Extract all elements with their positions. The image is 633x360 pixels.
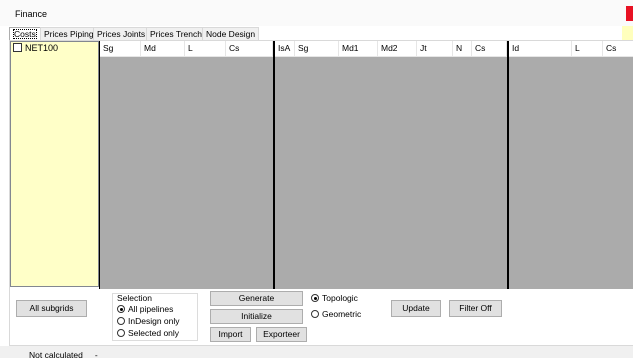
update-button[interactable]: Update <box>391 300 441 317</box>
radio-label: All pipelines <box>128 304 174 314</box>
radio-button-icon[interactable] <box>311 294 319 302</box>
filter-off-button[interactable]: Filter Off <box>449 300 502 317</box>
import-button[interactable]: Import <box>210 327 251 342</box>
column-header-md1[interactable]: Md1 <box>339 41 378 56</box>
column-header-n[interactable]: N <box>453 41 472 56</box>
initialize-button[interactable]: Initialize <box>210 309 303 324</box>
column-header-jt[interactable]: Jt <box>417 41 453 56</box>
radio-selected-only[interactable]: Selected only <box>117 328 179 338</box>
radio-label: Selected only <box>128 328 180 338</box>
tree-item-label: NET100 <box>25 43 59 53</box>
tab-costs[interactable]: Costs <box>9 27 41 40</box>
column-header-sg[interactable]: Sg <box>295 41 339 56</box>
window-title: Finance <box>15 9 48 19</box>
column-header-l[interactable]: L <box>572 41 603 56</box>
column-header-isa[interactable]: IsA <box>275 41 295 56</box>
grid-nodes[interactable]: Id L Cs <box>508 41 633 289</box>
title-bar <box>0 0 633 26</box>
export-button[interactable]: Exporteer <box>256 327 307 342</box>
tab-prices-trench[interactable]: Prices Trench <box>146 27 206 40</box>
column-header-cs[interactable]: Cs <box>226 41 273 56</box>
status-text: Not calculated - <box>29 350 98 360</box>
generate-button[interactable]: Generate <box>210 291 303 306</box>
grid-joints[interactable]: IsA Sg Md1 Md2 Jt N Cs <box>274 41 508 289</box>
grid-header: IsA Sg Md1 Md2 Jt N Cs <box>275 41 507 57</box>
radio-button-icon[interactable] <box>311 310 319 318</box>
radio-label: Geometric <box>322 309 362 319</box>
tree-item-net100[interactable]: NET100 <box>13 43 58 53</box>
tab-node-design[interactable]: Node Design <box>202 27 260 40</box>
all-subgrids-button[interactable]: All subgrids <box>16 300 87 317</box>
tab-prices-joints[interactable]: Prices Joints <box>93 27 150 40</box>
column-header-cs[interactable]: Cs <box>603 41 633 56</box>
radio-label: Topologic <box>322 293 358 303</box>
radio-button-icon[interactable] <box>117 329 125 337</box>
radio-geometric[interactable]: Geometric <box>311 309 361 319</box>
radio-all-pipelines[interactable]: All pipelines <box>117 304 173 314</box>
tree-item-checkbox[interactable] <box>13 43 22 52</box>
column-header-l[interactable]: L <box>185 41 226 56</box>
status-extra: - <box>94 350 98 360</box>
close-icon[interactable] <box>626 6 633 21</box>
column-header-md[interactable]: Md <box>141 41 185 56</box>
grid-subgrids[interactable]: Sg Md L Cs <box>99 41 274 289</box>
radio-label: InDesign only <box>128 316 180 326</box>
selection-legend: Selection <box>117 293 152 303</box>
column-header-cs[interactable]: Cs <box>472 41 507 56</box>
network-tree[interactable] <box>10 41 99 287</box>
grid-header: Sg Md L Cs <box>100 41 273 57</box>
radio-topologic[interactable]: Topologic <box>311 293 358 303</box>
radio-button-icon[interactable] <box>117 305 125 313</box>
column-header-id[interactable]: Id <box>509 41 572 56</box>
column-header-sg[interactable]: Sg <box>100 41 141 56</box>
radio-button-icon[interactable] <box>117 317 125 325</box>
radio-indesign-only[interactable]: InDesign only <box>117 316 180 326</box>
column-header-md2[interactable]: Md2 <box>378 41 417 56</box>
grid-header: Id L Cs <box>509 41 633 57</box>
status-label: Not calculated <box>29 350 83 360</box>
tab-prices-piping[interactable]: Prices Piping <box>40 27 98 40</box>
